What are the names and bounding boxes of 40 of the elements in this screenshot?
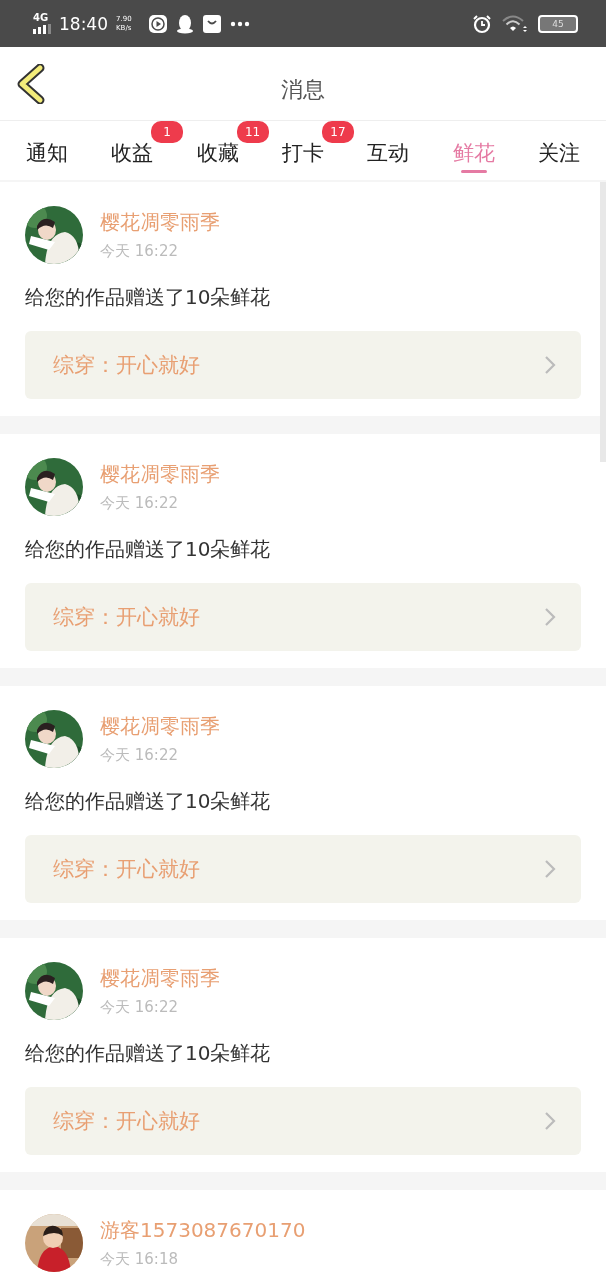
back-button[interactable]	[16, 64, 46, 104]
network-type: 4G	[33, 13, 50, 23]
message-text: 给您的作品赠送了10朵鲜花	[25, 536, 272, 563]
chevron-icon	[544, 1111, 556, 1131]
page-title: 消息	[281, 75, 325, 104]
timestamp: 今天 16:22	[100, 998, 179, 1017]
battery-icon: 45	[538, 14, 578, 33]
work-link[interactable]: 综穿：开心就好	[25, 583, 581, 651]
user-name[interactable]: 樱花凋零雨季	[100, 461, 220, 488]
more-icon	[229, 20, 250, 27]
work-link[interactable]: 综穿：开心就好	[25, 1087, 581, 1155]
tab[interactable]: 互动	[365, 139, 412, 180]
tab[interactable]: 关注	[536, 139, 583, 180]
message-text: 给您的作品赠送了10朵鲜花	[25, 1040, 272, 1067]
user-name[interactable]: 樱花凋零雨季	[100, 209, 220, 236]
alarm-icon	[472, 13, 492, 34]
play-icon	[147, 13, 168, 34]
wifi-icon	[502, 14, 528, 33]
count-badge: 17	[321, 121, 354, 143]
signal-icon	[33, 24, 51, 34]
timestamp: 今天 16:22	[100, 746, 179, 765]
bag-icon	[201, 13, 222, 34]
timestamp: 今天 16:22	[100, 242, 179, 261]
count-badge: 1	[151, 121, 184, 143]
timestamp: 今天 16:18	[100, 1250, 179, 1269]
message-text: 给您的作品赠送了10朵鲜花	[25, 788, 272, 815]
chevron-icon	[544, 355, 556, 375]
chevron-icon	[544, 859, 556, 879]
user-name[interactable]: 樱花凋零雨季	[100, 713, 220, 740]
count-badge: 11	[236, 121, 269, 143]
clock: 18:40	[59, 13, 108, 34]
chevron-icon	[544, 607, 556, 627]
timestamp: 今天 16:22	[100, 494, 179, 513]
work-link[interactable]: 综穿：开心就好	[25, 331, 581, 399]
tab[interactable]: 鲜花	[450, 139, 497, 180]
user-name[interactable]: 樱花凋零雨季	[100, 965, 220, 992]
work-link[interactable]: 综穿：开心就好	[25, 835, 581, 903]
user-name[interactable]: 游客1573087670170	[100, 1217, 306, 1244]
tab[interactable]: 通知	[23, 139, 70, 180]
message-text: 给您的作品赠送了10朵鲜花	[25, 284, 272, 311]
